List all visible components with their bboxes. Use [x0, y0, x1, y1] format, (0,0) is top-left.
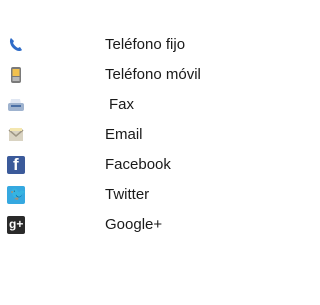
google-plus-icon[interactable]: g+ [7, 216, 25, 234]
contact-row-twitter[interactable]: 🐦 Twitter [0, 180, 265, 210]
contact-label-twitter[interactable]: Twitter [105, 180, 149, 210]
contact-row-landline: Teléfono fijo [0, 30, 265, 60]
contact-label-google-plus[interactable]: Google+ [105, 210, 162, 240]
contact-row-mobile: Teléfono móvil [0, 60, 265, 90]
contact-label-email: Email [105, 126, 143, 143]
contact-row-google-plus[interactable]: g+ Google+ [0, 210, 265, 240]
contact-label-facebook[interactable]: Facebook [105, 150, 171, 180]
contact-row-fax: Fax [0, 90, 265, 120]
landline-phone-icon [7, 36, 25, 54]
fax-icon [7, 96, 25, 114]
contact-label-landline: Teléfono fijo [105, 36, 186, 53]
contact-row-facebook[interactable]: f Facebook [0, 150, 265, 180]
contact-label-mobile: Teléfono móvil [105, 66, 201, 83]
mobile-phone-icon [7, 66, 25, 84]
contact-label-fax: Fax [109, 96, 135, 113]
contact-row-email: Email [0, 120, 265, 150]
facebook-icon[interactable]: f [7, 155, 25, 174]
email-icon [7, 126, 25, 144]
twitter-icon[interactable]: 🐦 [7, 186, 26, 204]
